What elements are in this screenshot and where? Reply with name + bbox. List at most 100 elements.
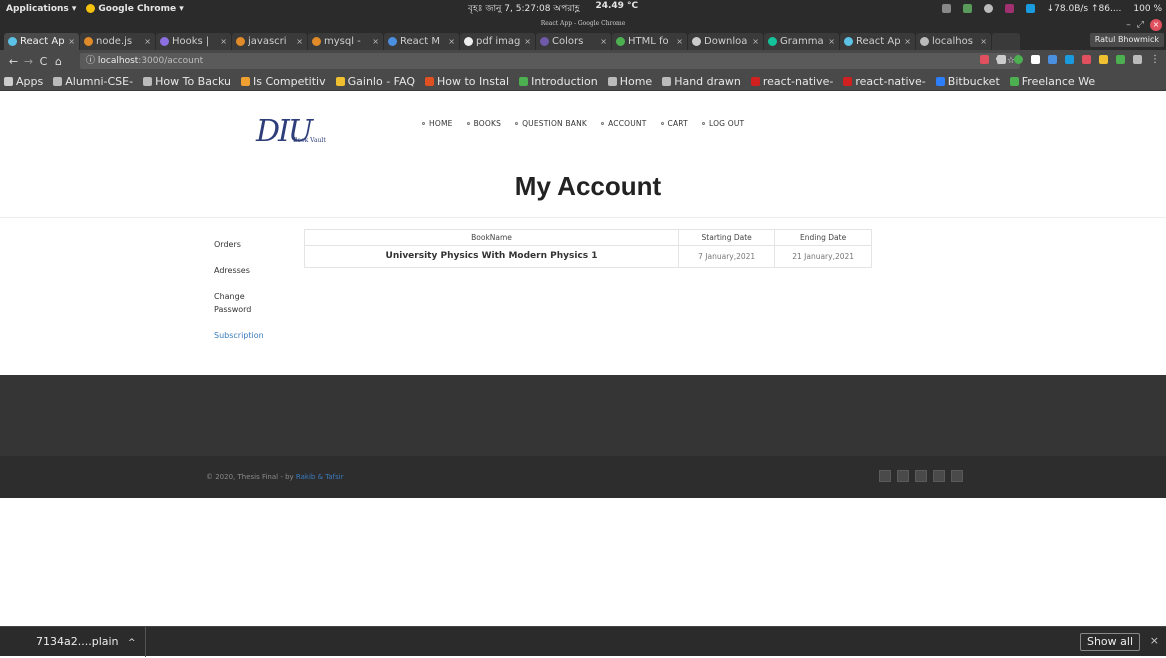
extension-icon[interactable] bbox=[1099, 55, 1108, 64]
url-host: localhost bbox=[97, 56, 139, 66]
browser-tab[interactable]: React M × bbox=[384, 33, 459, 50]
nav-link-account[interactable]: ACCOUNT bbox=[601, 119, 646, 128]
tray-icon-2[interactable] bbox=[962, 4, 972, 13]
side-menu-item-change-password[interactable]: Change Password bbox=[214, 290, 254, 316]
bookmarks-bar: Apps Alumni-CSE- How To Backu Is Competitiv… bbox=[0, 72, 1166, 91]
bookmark-item[interactable]: Freelance We bbox=[1009, 75, 1095, 88]
applications-menu[interactable]: Applications ▾ bbox=[6, 4, 76, 14]
bookmark-label: Introduction bbox=[531, 74, 598, 88]
bookmark-label: react-native- bbox=[855, 74, 926, 88]
tab-close-icon[interactable]: × bbox=[752, 37, 759, 46]
download-item[interactable]: 7134a2....plain ^ bbox=[0, 627, 146, 657]
bookmark-item[interactable]: Home bbox=[607, 75, 652, 88]
bullet-icon bbox=[422, 122, 425, 125]
tab-close-icon[interactable]: × bbox=[828, 37, 835, 46]
minimize-button[interactable]: – bbox=[1126, 20, 1131, 30]
browser-tab[interactable]: javascri × bbox=[232, 33, 307, 50]
bookmark-item[interactable]: How To Backu bbox=[143, 75, 231, 88]
back-button[interactable]: ← bbox=[6, 55, 21, 68]
skype-icon[interactable] bbox=[1025, 4, 1035, 13]
close-window-button[interactable]: × bbox=[1150, 19, 1162, 31]
browser-tab[interactable]: Hooks | × bbox=[156, 33, 231, 50]
chrome-menu[interactable]: Google Chrome ▾ bbox=[86, 4, 184, 14]
bookmark-item[interactable]: Is Competitiv bbox=[241, 75, 326, 88]
tab-close-icon[interactable]: × bbox=[68, 37, 75, 46]
account-side-menu: Orders Adresses Change Password Subscriptio… bbox=[214, 238, 264, 355]
browser-tab[interactable]: React Ap × bbox=[840, 33, 915, 50]
tab-label: localhos bbox=[932, 36, 973, 47]
browser-tab[interactable]: Gramma × bbox=[764, 33, 839, 50]
bookmark-item[interactable]: react-native- bbox=[750, 75, 833, 88]
side-menu-item-orders[interactable]: Orders bbox=[214, 238, 264, 251]
tray-icon-3[interactable] bbox=[983, 4, 993, 13]
extension-icon[interactable] bbox=[1048, 55, 1057, 64]
extension-icon[interactable] bbox=[1014, 55, 1023, 64]
footer-bottom: © 2020, Thesis Final - by Rakib & Tafsir bbox=[0, 456, 1166, 498]
bookmark-item[interactable]: Alumni-CSE- bbox=[53, 75, 133, 88]
bookmark-favicon-icon bbox=[843, 76, 853, 86]
menu-icon[interactable]: ⋮ bbox=[1150, 55, 1160, 65]
browser-tab[interactable]: localhos × bbox=[916, 33, 991, 50]
tab-close-icon[interactable]: × bbox=[220, 37, 227, 46]
bookmark-item[interactable]: How to Instal bbox=[424, 75, 509, 88]
tab-close-icon[interactable]: × bbox=[144, 37, 151, 46]
browser-tab[interactable]: HTML fo × bbox=[612, 33, 687, 50]
browser-tab[interactable]: mysql - × bbox=[308, 33, 383, 50]
browser-tab[interactable]: Colors × bbox=[536, 33, 611, 50]
bookmark-item[interactable]: Apps bbox=[4, 75, 43, 88]
tab-close-icon[interactable]: × bbox=[372, 37, 379, 46]
browser-tab[interactable]: pdf imag × bbox=[460, 33, 535, 50]
social-icon-2[interactable] bbox=[897, 470, 909, 482]
social-icon-5[interactable] bbox=[951, 470, 963, 482]
nav-link-books[interactable]: BOOKS bbox=[466, 119, 502, 128]
profile-button[interactable]: Ratul Bhowmick bbox=[1089, 33, 1164, 47]
bookmark-item[interactable]: react-native- bbox=[843, 74, 926, 88]
extension-icon[interactable] bbox=[997, 55, 1006, 64]
browser-tab[interactable]: node.js × bbox=[80, 33, 155, 50]
close-download-bar-icon[interactable]: × bbox=[1150, 634, 1159, 647]
nav-link-log-out[interactable]: LOG OUT bbox=[701, 119, 744, 128]
bookmark-item[interactable]: Hand drawn bbox=[662, 75, 741, 88]
bookmark-item[interactable]: Gainlo - FAQ bbox=[335, 75, 415, 88]
side-menu-item-subscription[interactable]: Subscription bbox=[214, 329, 264, 342]
reload-button[interactable]: C bbox=[36, 55, 51, 68]
maximize-button[interactable]: ⤢ bbox=[1137, 20, 1144, 30]
tab-close-icon[interactable]: × bbox=[296, 37, 303, 46]
bookmark-item[interactable]: Bitbucket bbox=[935, 75, 1000, 88]
tab-close-icon[interactable]: × bbox=[600, 37, 607, 46]
tab-close-icon[interactable]: × bbox=[524, 37, 531, 46]
browser-tab[interactable]: Downloa × bbox=[688, 33, 763, 50]
bookmark-item[interactable]: Introduction bbox=[519, 75, 598, 88]
site-logo[interactable]: DIU Book Vault bbox=[256, 114, 346, 150]
tray-icon-1[interactable] bbox=[941, 4, 951, 13]
authors-link[interactable]: Rakib & Tafsir bbox=[296, 473, 344, 481]
nav-link-cart[interactable]: CART bbox=[660, 119, 688, 128]
copyright-text: © 2020, Thesis Final - by Rakib & Tafsir bbox=[206, 473, 344, 481]
table-body: University Physics With Modern Physics 1… bbox=[305, 245, 871, 267]
side-menu-item-adresses[interactable]: Adresses bbox=[214, 264, 264, 277]
extension-icon[interactable] bbox=[1031, 55, 1040, 64]
tray-icon-4[interactable] bbox=[1004, 4, 1014, 13]
social-icon-4[interactable] bbox=[933, 470, 945, 482]
nav-link-question-bank[interactable]: QUESTION BANK bbox=[515, 119, 587, 128]
extension-icon[interactable] bbox=[980, 55, 989, 64]
tab-close-icon[interactable]: × bbox=[448, 37, 455, 46]
show-all-button[interactable]: Show all bbox=[1079, 633, 1140, 651]
social-icon-3[interactable] bbox=[915, 470, 927, 482]
home-button[interactable]: ⌂ bbox=[51, 55, 66, 68]
new-tab-button[interactable] bbox=[992, 33, 1020, 50]
tab-close-icon[interactable]: × bbox=[676, 37, 683, 46]
extension-icon[interactable] bbox=[1116, 55, 1125, 64]
url-input[interactable]: ⓘ localhost:3000/account ⚲ ☆ bbox=[80, 53, 1020, 69]
nav-link-home[interactable]: HOME bbox=[422, 119, 453, 128]
extension-icon[interactable] bbox=[1133, 55, 1142, 64]
extension-icon[interactable] bbox=[1065, 55, 1074, 64]
browser-tab[interactable]: React Ap × bbox=[4, 33, 79, 50]
social-icon-1[interactable] bbox=[879, 470, 891, 482]
tab-close-icon[interactable]: × bbox=[904, 37, 911, 46]
tab-close-icon[interactable]: × bbox=[980, 37, 987, 46]
forward-button[interactable]: → bbox=[21, 55, 36, 68]
extension-icon[interactable] bbox=[1082, 55, 1091, 64]
social-links bbox=[879, 470, 963, 482]
chevron-up-icon[interactable]: ^ bbox=[128, 638, 136, 648]
